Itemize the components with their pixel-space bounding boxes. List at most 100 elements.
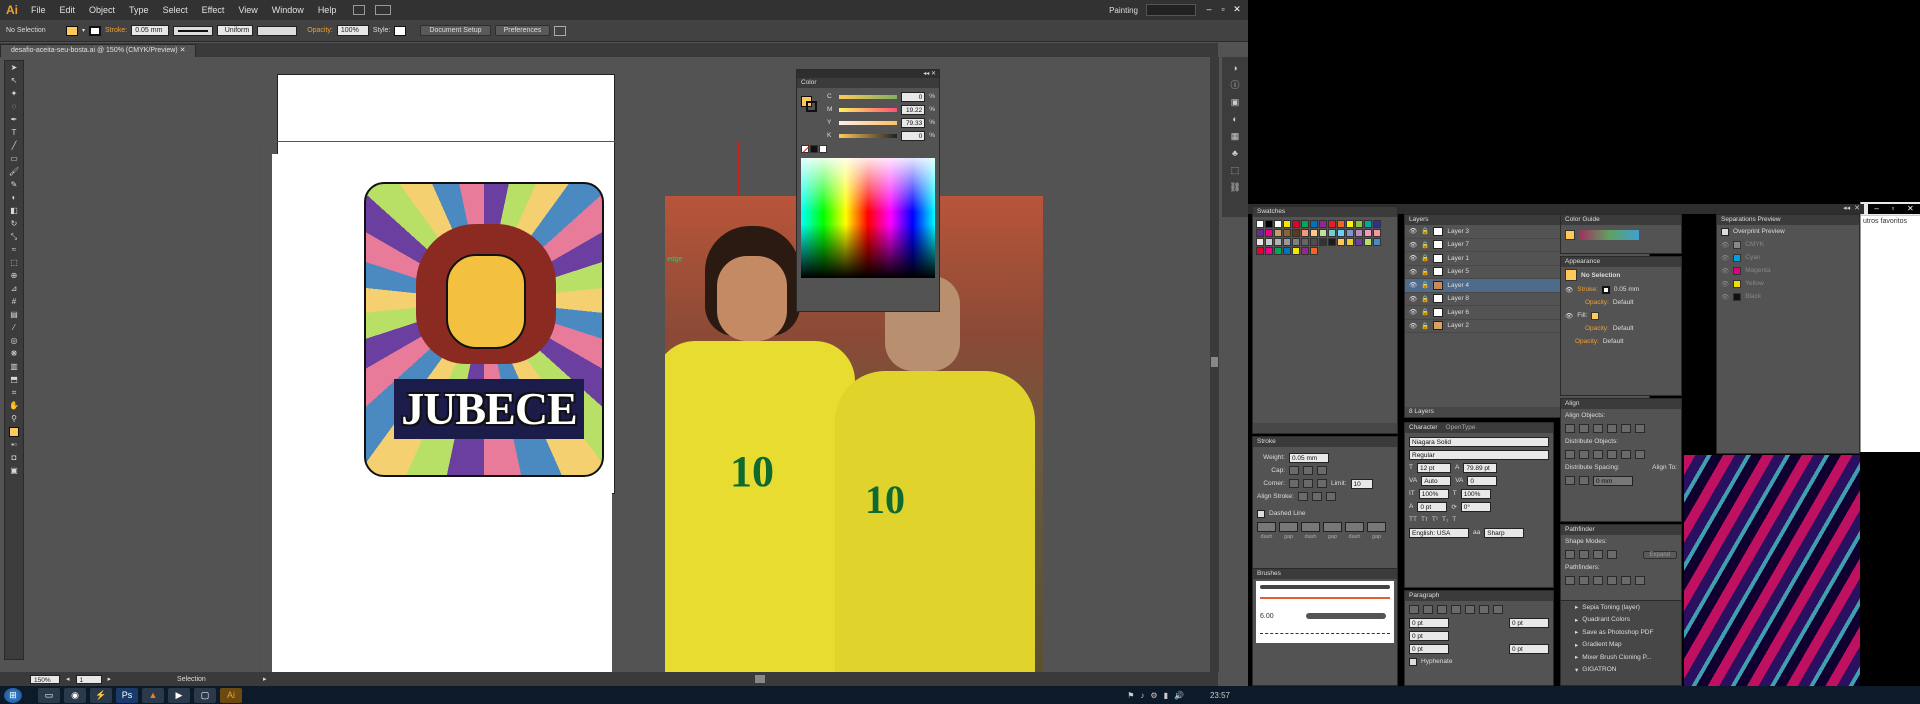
menu-type[interactable]: Type bbox=[122, 5, 156, 15]
cyan-value[interactable]: 0 bbox=[901, 91, 926, 102]
visibility-eye-icon[interactable]: 👁 bbox=[1409, 322, 1417, 330]
artboard-next-icon[interactable]: ▸ bbox=[108, 675, 112, 683]
arrange-docs-icon[interactable] bbox=[375, 5, 392, 15]
fill-swatch[interactable] bbox=[66, 25, 78, 36]
justify-left-icon[interactable] bbox=[1451, 605, 1461, 614]
menu-view[interactable]: View bbox=[231, 5, 264, 15]
kerning-field[interactable]: Auto bbox=[1421, 475, 1452, 486]
lock-icon[interactable]: 🔒 bbox=[1421, 281, 1429, 289]
character-rotation-field[interactable]: 0° bbox=[1460, 501, 1491, 512]
visibility-eye-icon[interactable]: 👁 bbox=[1409, 308, 1417, 316]
dash-field-3[interactable] bbox=[1345, 522, 1364, 532]
space-before-field[interactable]: 0 pt bbox=[1409, 643, 1449, 654]
fill-stroke-toggle[interactable] bbox=[7, 425, 21, 438]
width-tool-icon[interactable]: ≈ bbox=[7, 243, 21, 256]
subscript-icon[interactable]: T₁ bbox=[1442, 516, 1448, 523]
app-icon[interactable]: ▢ bbox=[194, 687, 216, 703]
menu-file[interactable]: File bbox=[24, 5, 53, 15]
media-player-icon[interactable]: ▶ bbox=[168, 687, 190, 703]
magic-wand-tool-icon[interactable]: ✦ bbox=[7, 87, 21, 100]
color-panel-tab[interactable]: Color bbox=[797, 78, 939, 88]
distribute-vertical-space-icon[interactable] bbox=[1565, 476, 1575, 485]
distribute-right-icon[interactable] bbox=[1635, 450, 1645, 459]
artboard-tool-icon[interactable]: ⬒ bbox=[7, 373, 21, 386]
lock-icon[interactable]: 🔒 bbox=[1421, 322, 1429, 330]
anti-aliasing-field[interactable]: Sharp bbox=[1484, 527, 1525, 538]
lock-icon[interactable]: 🔒 bbox=[1421, 295, 1429, 303]
unite-icon[interactable] bbox=[1565, 550, 1575, 559]
paintbrush-tool-icon[interactable]: 🖌 bbox=[7, 165, 21, 178]
dashed-line-checkbox[interactable] bbox=[1257, 509, 1265, 518]
screen-mode-icon[interactable]: ▣ bbox=[7, 464, 21, 477]
appearance-fill-opacity-row[interactable]: Opacity: Default bbox=[1561, 322, 1681, 335]
align-inside-icon[interactable] bbox=[1311, 492, 1322, 501]
blend-tool-icon[interactable]: ◎ bbox=[7, 334, 21, 347]
winamp-icon[interactable]: ⚡ bbox=[90, 687, 112, 703]
expand-button[interactable]: Expand bbox=[1642, 550, 1677, 559]
crop-icon[interactable] bbox=[1607, 576, 1617, 585]
ink-eye-icon[interactable]: 👁 bbox=[1721, 254, 1729, 262]
black-value[interactable]: 0 bbox=[901, 130, 926, 141]
tracking-field[interactable]: 0 bbox=[1467, 475, 1498, 486]
document-tab[interactable]: desafio-aceita-seu-bosta.ai @ 150% (CMYK… bbox=[0, 44, 197, 57]
hand-tool-icon[interactable]: ✋ bbox=[7, 399, 21, 412]
ink-eye-icon[interactable]: 👁 bbox=[1721, 293, 1729, 301]
brush-list[interactable]: 6.00 bbox=[1256, 581, 1394, 643]
first-line-indent-field[interactable]: 0 pt bbox=[1409, 630, 1449, 641]
profile-dropdown[interactable]: Uniform bbox=[217, 25, 254, 36]
miter-limit-input[interactable]: 10 bbox=[1350, 478, 1373, 489]
column-graph-tool-icon[interactable]: ▥ bbox=[7, 360, 21, 373]
eyedropper-tool-icon[interactable]: ⁄ bbox=[7, 321, 21, 334]
swatches-title[interactable]: Swatches bbox=[1257, 207, 1285, 217]
distribute-top-icon[interactable] bbox=[1565, 450, 1575, 459]
intersect-icon[interactable] bbox=[1593, 550, 1603, 559]
links-panel-icon[interactable]: ⛓ bbox=[1227, 181, 1243, 193]
lock-icon[interactable]: 🔒 bbox=[1421, 308, 1429, 316]
fill-chip[interactable] bbox=[1591, 311, 1600, 320]
visibility-eye-icon[interactable]: 👁 bbox=[1409, 254, 1417, 262]
visibility-eye-icon[interactable]: 👁 bbox=[1409, 241, 1417, 249]
merge-icon[interactable] bbox=[1593, 576, 1603, 585]
fill-stroke-indicator[interactable] bbox=[801, 96, 817, 112]
overprint-preview-checkbox[interactable] bbox=[1721, 227, 1729, 236]
visibility-eye-icon[interactable]: 👁 bbox=[1409, 227, 1417, 235]
ink-row[interactable]: 👁 Black bbox=[1717, 290, 1859, 303]
visibility-eye-icon[interactable]: 👁 bbox=[1409, 295, 1417, 303]
color-mode-buttons[interactable]: ▪▫ bbox=[7, 438, 21, 451]
document-setup-button[interactable]: Document Setup bbox=[420, 25, 491, 36]
menu-object[interactable]: Object bbox=[82, 5, 122, 15]
opacity-label[interactable]: Opacity: bbox=[307, 27, 333, 34]
ink-eye-icon[interactable]: 👁 bbox=[1721, 267, 1729, 275]
black-slider-row[interactable]: K 0% bbox=[823, 129, 939, 142]
ink-row[interactable]: 👁 Magenta bbox=[1717, 264, 1859, 277]
artboard-number-field[interactable]: 1 bbox=[75, 674, 102, 684]
variable-width-profile[interactable] bbox=[173, 25, 214, 36]
opacity-field[interactable]: 100% bbox=[336, 25, 369, 36]
explorer-icon[interactable]: ▭ bbox=[38, 687, 60, 703]
ink-row[interactable]: 👁 CMYK bbox=[1717, 238, 1859, 251]
stroke-panel-title[interactable]: Stroke bbox=[1257, 437, 1276, 447]
stroke-swatch[interactable] bbox=[89, 25, 102, 36]
selection-tool-icon[interactable]: ➤ bbox=[7, 61, 21, 74]
restore-button-2[interactable]: ▫ bbox=[1891, 204, 1894, 214]
clock[interactable]: 23:57 bbox=[1210, 691, 1230, 700]
dash-field-1[interactable] bbox=[1257, 522, 1276, 532]
other-bookmarks-label[interactable]: utros favoritos bbox=[1861, 216, 1920, 227]
none-white-black-swatches[interactable] bbox=[801, 145, 827, 153]
vertical-scale-field[interactable]: 100% bbox=[1418, 488, 1449, 499]
exclude-icon[interactable] bbox=[1607, 550, 1617, 559]
lock-icon[interactable]: 🔒 bbox=[1421, 227, 1429, 235]
round-cap-icon[interactable] bbox=[1303, 466, 1313, 475]
shape-builder-tool-icon[interactable]: ⊕ bbox=[7, 269, 21, 282]
fill-dropdown-icon[interactable]: ▾ bbox=[82, 27, 85, 34]
align-outside-icon[interactable] bbox=[1325, 492, 1336, 501]
font-style-field[interactable]: Regular bbox=[1409, 449, 1549, 460]
symbols-panel-icon[interactable]: ♣ bbox=[1227, 147, 1243, 159]
slice-tool-icon[interactable]: ⌗ bbox=[7, 386, 21, 399]
color-panel-icon[interactable]: ◑ bbox=[1227, 62, 1243, 74]
hyphenate-checkbox[interactable] bbox=[1409, 657, 1417, 666]
ink-eye-icon[interactable]: 👁 bbox=[1721, 241, 1729, 249]
appearance-opacity-row[interactable]: Opacity: Default bbox=[1561, 335, 1681, 348]
right-indent-field[interactable]: 0 pt bbox=[1509, 617, 1549, 628]
separations-title[interactable]: Separations Preview bbox=[1721, 215, 1781, 225]
